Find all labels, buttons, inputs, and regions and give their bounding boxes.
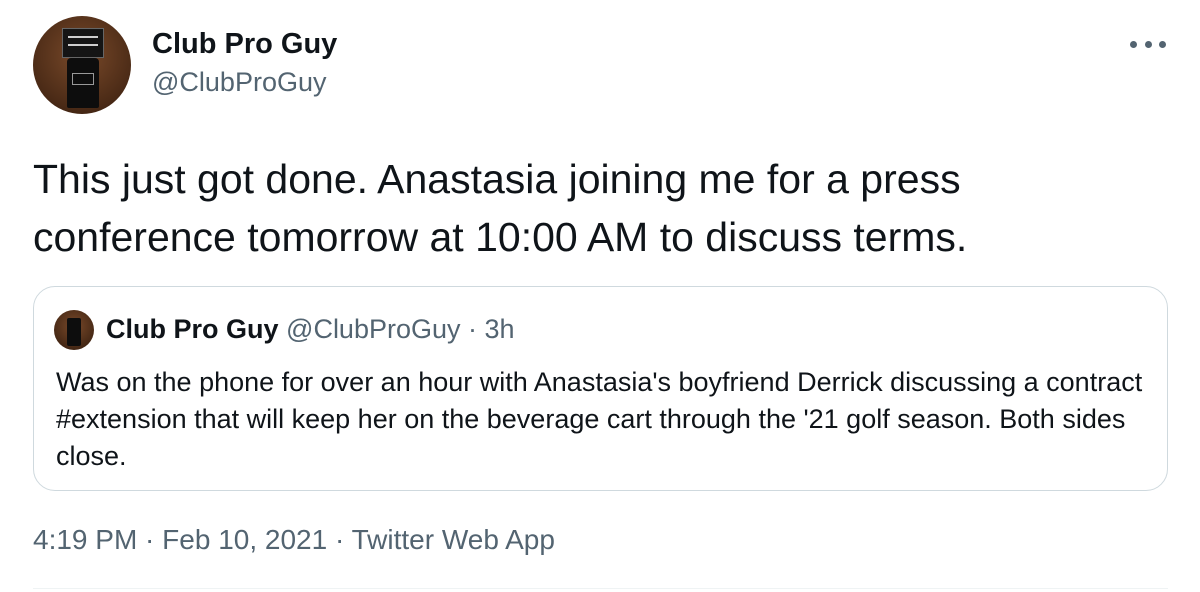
quoted-author-handle: @ClubProGuy: [286, 314, 460, 344]
quoted-author-avatar: [54, 310, 94, 350]
meta-separator: ·: [327, 524, 352, 555]
golf-bag-icon: [67, 318, 81, 346]
more-options-icon[interactable]: [1130, 32, 1166, 56]
quoted-author-name: Club Pro Guy: [106, 314, 279, 344]
tweet-card: Club Pro Guy @ClubProGuy This just got d…: [0, 0, 1200, 592]
tweet-time[interactable]: 4:19 PM: [33, 524, 137, 555]
bag-label-graphic: [72, 73, 94, 85]
quoted-handle-text: @ClubProGuy: [286, 314, 461, 344]
tweet-date[interactable]: Feb 10, 2021: [162, 524, 327, 555]
tweet-source[interactable]: Twitter Web App: [352, 524, 555, 555]
meta-separator: ·: [137, 524, 163, 555]
quoted-tweet-text: Was on the phone for over an hour with A…: [56, 367, 1143, 471]
quoted-tweet-header: Club Pro Guy @ClubProGuy · 3h: [106, 314, 515, 345]
avatar-sign-graphic: [62, 28, 104, 58]
dot-icon: [1159, 40, 1166, 48]
dot-icon: [1130, 40, 1137, 48]
quoted-separator: ·: [460, 314, 485, 344]
divider: [33, 588, 1168, 589]
quoted-tweet[interactable]: Club Pro Guy @ClubProGuy · 3h Was on the…: [33, 286, 1168, 491]
tweet-text: This just got done. Anastasia joining me…: [33, 156, 968, 260]
author-name[interactable]: Club Pro Guy: [152, 28, 337, 61]
quoted-time-ago: 3h: [484, 314, 515, 344]
author-handle[interactable]: @ClubProGuy: [152, 67, 326, 98]
author-avatar[interactable]: [33, 16, 131, 114]
tweet-meta: 4:19 PM · Feb 10, 2021 · Twitter Web App: [33, 524, 555, 556]
dot-icon: [1144, 40, 1152, 48]
